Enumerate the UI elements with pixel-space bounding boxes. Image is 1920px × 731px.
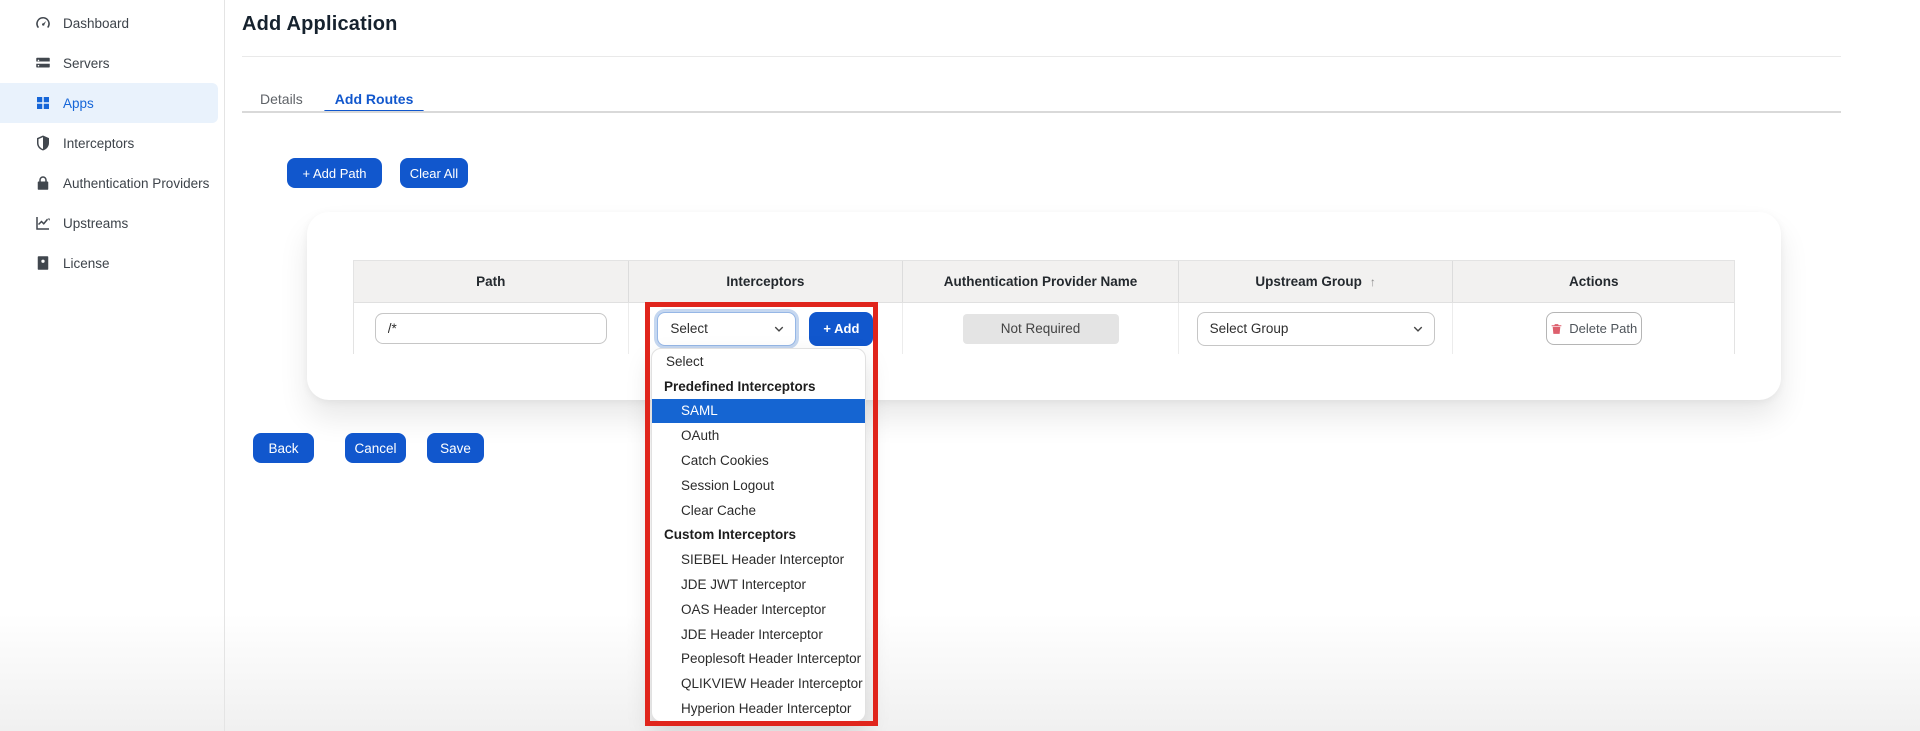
routes-table: Path Interceptors Authentication Provide… (353, 260, 1735, 354)
auth-provider-badge: Not Required (962, 313, 1119, 344)
dropdown-option-oauth[interactable]: OAuth (652, 423, 865, 448)
lock-icon (34, 174, 52, 192)
path-input[interactable] (374, 313, 607, 344)
routes-card: Path Interceptors Authentication Provide… (307, 212, 1781, 400)
column-header-authentication-provider-name: Authentication Provider Name (903, 261, 1179, 302)
dropdown-option-oas-header[interactable]: OAS Header Interceptor (652, 597, 865, 622)
delete-path-button[interactable]: Delete Path (1545, 312, 1642, 345)
interceptor-select[interactable]: Select (657, 311, 797, 346)
main-content: Add Application Details Add Routes + Add… (226, 0, 1920, 731)
interceptors-cell: Select + Add (629, 303, 904, 354)
back-button[interactable]: Back (253, 433, 314, 463)
sidebar-item-label: License (63, 255, 110, 271)
column-header-upstream-group[interactable]: Upstream Group ↑ (1179, 261, 1454, 302)
page: Dashboard Servers Apps Interceptors Auth (0, 0, 1920, 731)
upstream-select-value: Select Group (1209, 321, 1289, 336)
dashboard-icon (34, 14, 52, 32)
sidebar-item-upstreams[interactable]: Upstreams (0, 203, 224, 243)
tab-bar: Details Add Routes (260, 86, 424, 113)
authentication-provider-cell: Not Required (903, 303, 1179, 354)
actions-cell: Delete Path (1453, 303, 1734, 354)
sidebar: Dashboard Servers Apps Interceptors Auth (0, 0, 225, 731)
column-header-interceptors: Interceptors (629, 261, 904, 302)
sidebar-item-license[interactable]: License (0, 243, 224, 283)
shield-icon (34, 134, 52, 152)
save-button[interactable]: Save (427, 433, 484, 463)
dropdown-option-jde-header[interactable]: JDE Header Interceptor (652, 622, 865, 647)
sidebar-item-dashboard[interactable]: Dashboard (0, 3, 224, 43)
dropdown-option-qlikview-header[interactable]: QLIKVIEW Header Interceptor (652, 671, 865, 696)
interceptor-dropdown: Select Predefined Interceptors SAML OAut… (651, 348, 866, 722)
dropdown-group-custom: Custom Interceptors (664, 527, 797, 543)
license-icon (34, 254, 52, 272)
sidebar-item-label: Apps (63, 95, 94, 111)
dropdown-option-clear-cache[interactable]: Clear Cache (652, 498, 865, 523)
interceptor-select-value: Select (670, 321, 708, 336)
cancel-button[interactable]: Cancel (345, 433, 406, 463)
trash-icon (1550, 322, 1563, 336)
tabbar-divider (242, 111, 1841, 113)
tab-details[interactable]: Details (260, 86, 303, 111)
dropdown-option-siebel-header[interactable]: SIEBEL Header Interceptor (652, 547, 865, 572)
table-header-row: Path Interceptors Authentication Provide… (354, 261, 1734, 303)
sort-asc-icon[interactable]: ↑ (1370, 275, 1376, 289)
clear-all-button[interactable]: Clear All (400, 158, 468, 188)
sidebar-item-apps[interactable]: Apps (0, 83, 218, 123)
sidebar-item-label: Authentication Providers (63, 175, 210, 191)
add-interceptor-button[interactable]: + Add (809, 311, 874, 346)
chart-icon (34, 214, 52, 232)
sidebar-item-servers[interactable]: Servers (0, 43, 224, 83)
apps-icon (34, 94, 52, 112)
sidebar-item-authentication-providers[interactable]: Authentication Providers (0, 163, 224, 203)
servers-icon (34, 54, 52, 72)
column-header-actions: Actions (1568, 274, 1619, 289)
column-header-path: Path (354, 261, 629, 302)
sidebar-item-interceptors[interactable]: Interceptors (0, 123, 224, 163)
sidebar-item-label: Upstreams (63, 215, 129, 231)
dropdown-option-hyperion-header[interactable]: Hyperion Header Interceptor (652, 696, 865, 721)
dropdown-group-predefined: Predefined Interceptors (664, 378, 816, 394)
sidebar-item-label: Servers (63, 55, 110, 71)
upstream-group-select[interactable]: Select Group (1196, 311, 1435, 346)
add-path-button[interactable]: + Add Path (287, 158, 382, 188)
dropdown-option-peoplesoft-header[interactable]: Peoplesoft Header Interceptor (652, 647, 865, 672)
dropdown-option-jde-jwt[interactable]: JDE JWT Interceptor (652, 572, 865, 597)
dropdown-option-select[interactable]: Select (652, 349, 865, 374)
tab-add-routes[interactable]: Add Routes (323, 86, 424, 113)
sidebar-item-label: Dashboard (63, 15, 130, 31)
upstream-group-cell: Select Group (1179, 303, 1454, 354)
chevron-down-icon (1412, 323, 1424, 335)
path-cell (354, 303, 629, 354)
sidebar-item-label: Interceptors (63, 135, 135, 151)
page-title: Add Application (242, 13, 398, 35)
dropdown-option-catch-cookies[interactable]: Catch Cookies (652, 448, 865, 473)
title-divider (242, 56, 1841, 57)
dropdown-option-session-logout[interactable]: Session Logout (652, 473, 865, 498)
chevron-down-icon (773, 323, 785, 335)
table-row: Select + Add Not Required Select Group (354, 303, 1734, 354)
dropdown-option-saml[interactable]: SAML (652, 398, 865, 424)
